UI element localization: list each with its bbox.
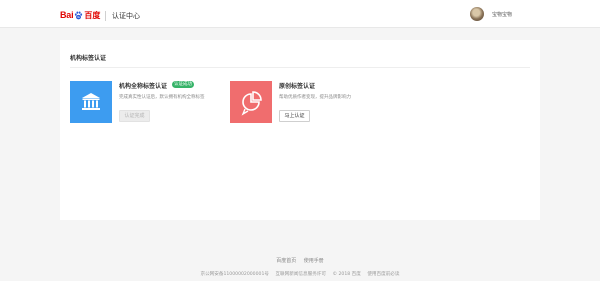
card-title-institution: 机构全称标签认证 [119,83,168,90]
footer-legal: 京公网安备11000002000001号 互联网新闻信息服务许可 © 2018 … [0,271,600,277]
logo-text-latin: Bai [60,10,74,20]
baidu-logo[interactable]: Bai du 百度 [60,9,100,21]
user-name[interactable]: 宝物宝物 [492,11,512,18]
footer-links: 百度首页 使用手册 [0,257,600,264]
section-title: 机构标签认证 [70,55,107,62]
pie-chart-icon [230,81,272,123]
user-avatar[interactable] [470,7,484,21]
card-description-original: 帮助优质作者变现，提升品牌影响力 [279,95,351,100]
bank-icon [70,81,112,123]
main-panel: 机构标签认证 机构全称标签认证 认证成功 完成真实性认证后，默认拥有机构全称标签… [60,40,540,220]
site-title[interactable]: 认证中心 [112,11,140,21]
footer-link-baidu-home[interactable]: 百度首页 [276,258,296,264]
svg-text:du: du [77,15,81,19]
footer-news-license[interactable]: 互联网新闻信息服务许可 [275,272,326,277]
footer-terms[interactable]: 使用百度前必读 [367,272,399,277]
verify-now-button[interactable]: 马上认证 [279,110,310,122]
section-divider [70,67,530,68]
status-badge: 认证成功 [172,81,194,88]
logo-text-cn: 百度 [84,10,101,20]
footer-icp[interactable]: 京公网安备11000002000001号 [200,272,268,277]
card-title-original: 原创标签认证 [279,83,316,90]
header-divider [105,11,106,21]
footer-link-manual[interactable]: 使用手册 [304,258,324,264]
top-navigation-bar: Bai du 百度 认证中心 宝物宝物 [0,0,600,28]
paw-icon: du [75,10,83,19]
footer-copyright: © 2018 百度 [332,272,361,277]
verify-complete-button[interactable]: 认证完成 [119,110,150,122]
card-description-institution: 完成真实性认证后，默认拥有机构全称标签 [119,95,205,100]
